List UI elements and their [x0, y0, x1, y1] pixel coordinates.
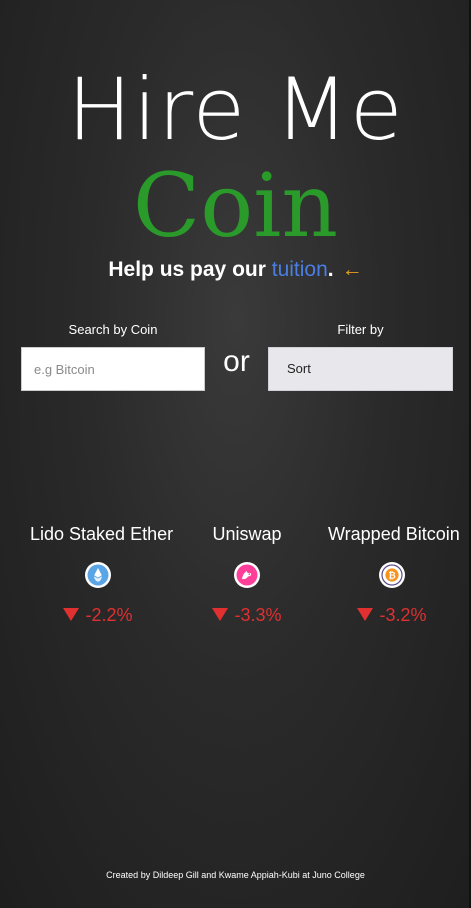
down-triangle-icon — [63, 608, 80, 621]
price-change: -2.2% — [30, 604, 166, 626]
search-input[interactable] — [21, 347, 205, 391]
filter-label: Filter by — [337, 322, 384, 337]
coin-card[interactable]: Wrapped Bitcoin ₿ -3.2% — [328, 522, 460, 626]
sort-select[interactable]: Sort — [268, 347, 453, 391]
tagline-accent: tuition — [271, 258, 328, 281]
down-triangle-icon — [357, 608, 374, 621]
coin-name: Wrapped Bitcoin — [328, 524, 460, 544]
price-change: -3.2% — [328, 604, 456, 626]
wrapped-bitcoin-icon: ₿ — [379, 562, 405, 588]
svg-text:₿: ₿ — [388, 570, 395, 581]
footer-credit: Created by Dildeep Gill and Kwame Appiah… — [106, 870, 365, 880]
price-change-value: -3.3% — [234, 605, 282, 625]
coin-card[interactable]: Lido Staked Ether -2.2% — [30, 522, 174, 626]
price-change-value: -3.2% — [379, 605, 427, 625]
coin-name: Lido Staked Ether — [30, 524, 174, 544]
price-change: -3.3% — [205, 604, 289, 626]
price-change-value: -2.2% — [85, 605, 133, 625]
app-title: Hire Me — [67, 60, 404, 160]
tagline-period: . — [327, 258, 334, 281]
tagline: Help us pay our tuition. ← — [0, 256, 471, 284]
coin-name: Uniswap — [212, 524, 282, 544]
arrow-left-icon: ← — [341, 258, 363, 281]
coin-card[interactable]: Uniswap -3.3% — [205, 522, 289, 626]
uniswap-icon — [234, 562, 260, 588]
app-title-coin: Coin — [132, 154, 339, 257]
or-divider: or — [223, 345, 250, 378]
lido-staked-ether-icon — [85, 562, 111, 588]
down-triangle-icon — [212, 608, 229, 621]
tagline-text: Help us pay our — [108, 258, 272, 281]
search-label: Search by Coin — [68, 322, 158, 337]
